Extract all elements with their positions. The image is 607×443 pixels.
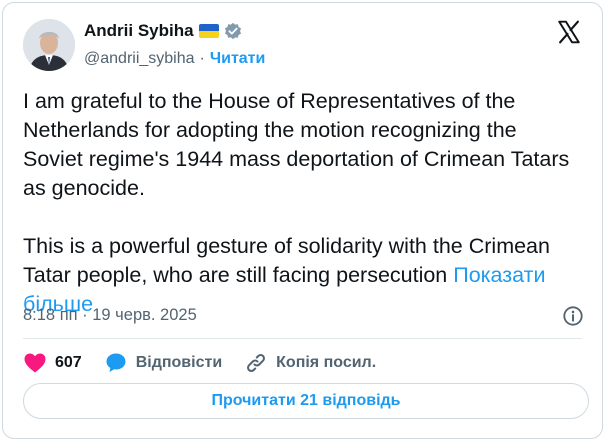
avatar-photo — [23, 19, 75, 71]
like-count: 607 — [55, 354, 82, 371]
divider — [23, 338, 582, 339]
reply-label: Відповісти — [135, 354, 223, 371]
tweet-timestamp[interactable]: 8:18 пп · 19 черв. 2025 — [23, 306, 197, 325]
speech-bubble-icon — [106, 353, 126, 372]
read-replies-button[interactable]: Прочитати 21 відповідь — [23, 383, 589, 419]
author-name-row: Andrii Sybiha — [84, 21, 242, 41]
avatar[interactable] — [23, 19, 75, 71]
ukraine-flag-icon — [198, 24, 219, 38]
tweet-card: Andrii Sybiha @andrii_sybiha · Читати I … — [2, 2, 603, 439]
action-bar: 607 Відповісти Копія посил. — [23, 349, 398, 377]
reply-button[interactable]: Відповісти — [104, 351, 222, 375]
like-button[interactable]: 607 — [23, 352, 82, 374]
author-handle-row: @andrii_sybiha · Читати — [84, 50, 265, 68]
copy-link-label: Копія посил. — [276, 354, 377, 371]
copy-link-button[interactable]: Копія посил. — [244, 351, 376, 375]
info-icon[interactable] — [562, 305, 584, 327]
follow-link[interactable]: Читати — [210, 50, 265, 68]
read-replies-label: Прочитати 21 відповідь — [211, 392, 401, 409]
x-logo-icon[interactable] — [556, 19, 582, 45]
tweet-text: I am grateful to the House of Representa… — [23, 87, 588, 319]
author-name[interactable]: Andrii Sybiha — [84, 21, 194, 41]
author-handle[interactable]: @andrii_sybiha — [84, 50, 195, 68]
separator-dot: · — [199, 50, 205, 67]
heart-icon — [24, 353, 46, 373]
tweet-body: I am grateful to the House of Representa… — [23, 89, 570, 287]
link-icon — [247, 354, 266, 372]
verified-badge-icon — [224, 22, 241, 40]
